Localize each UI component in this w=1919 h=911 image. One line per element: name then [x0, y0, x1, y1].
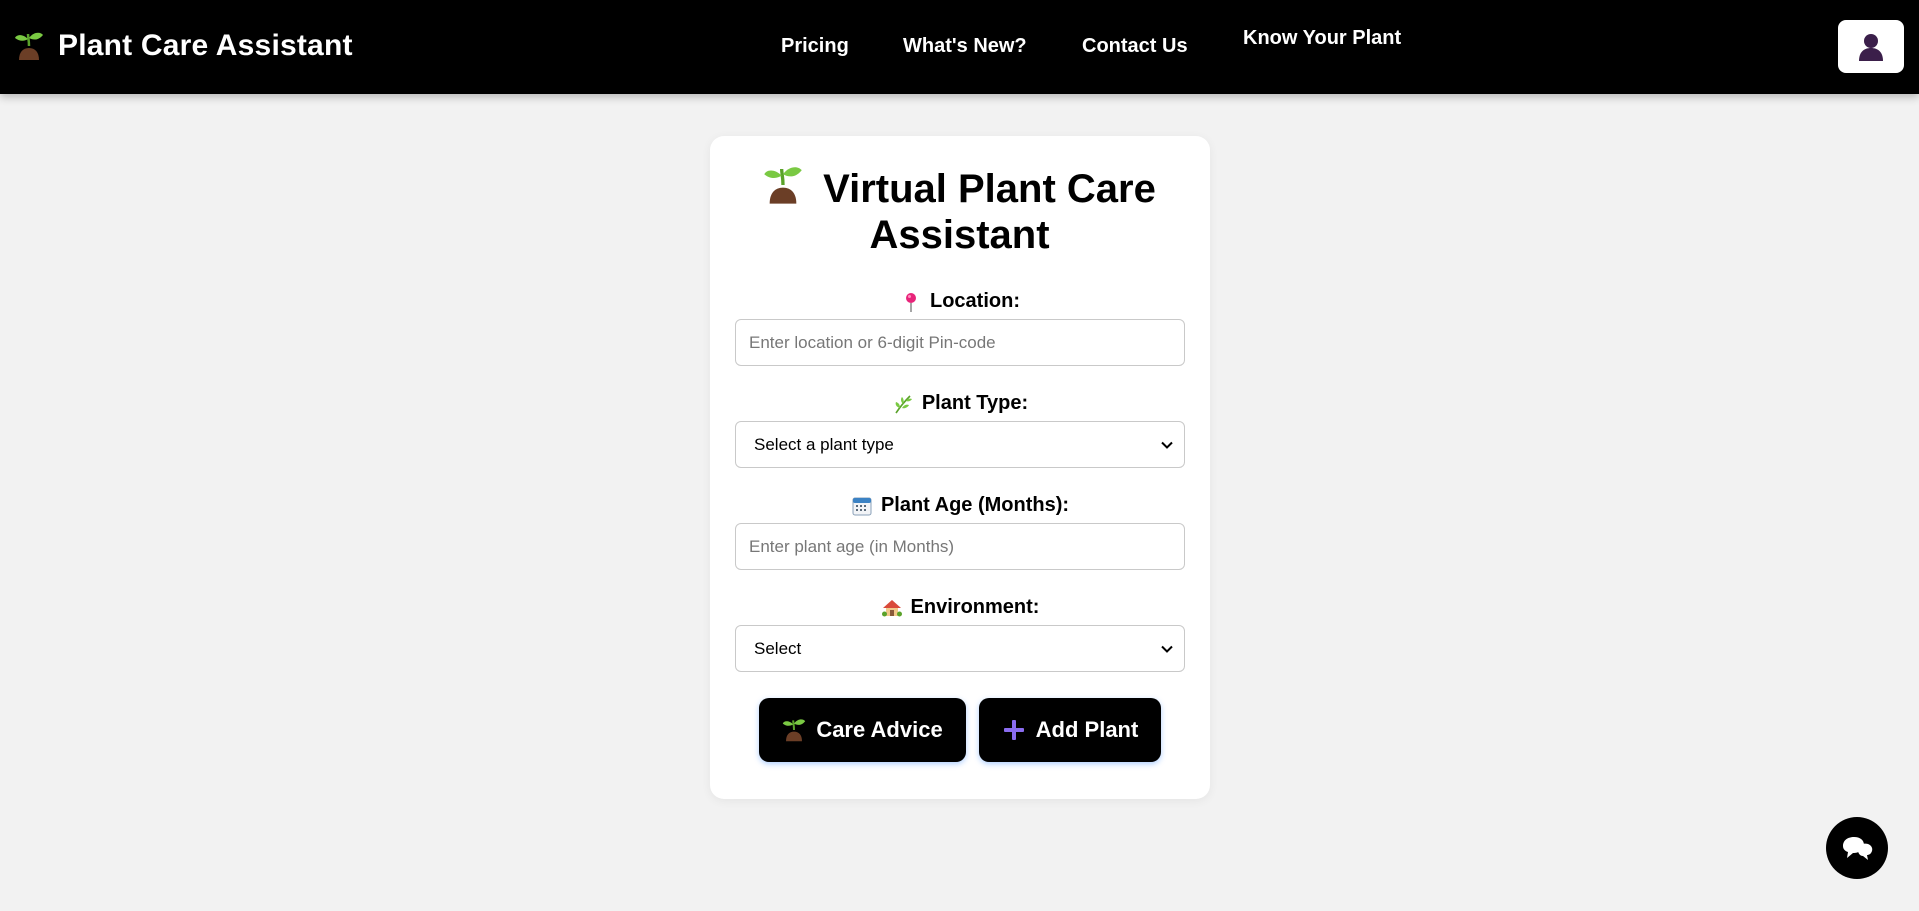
- user-silhouette-icon: [1859, 33, 1883, 61]
- profile-button[interactable]: [1838, 20, 1904, 73]
- location-label-text: Location:: [930, 290, 1020, 312]
- location-input[interactable]: [735, 319, 1185, 366]
- brand-logo[interactable]: Plant Care Assistant: [14, 29, 353, 63]
- title-line-1: Virtual Plant Care: [823, 167, 1156, 211]
- plant-type-select[interactable]: Select a plant type: [735, 421, 1185, 468]
- nav-link-contact-us[interactable]: Contact Us: [1082, 35, 1188, 58]
- plant-type-label: Plant Type:: [710, 392, 1210, 415]
- page-title: Virtual Plant Care Assistant: [0, 166, 1919, 258]
- chevron-down-icon: [1161, 645, 1173, 653]
- plant-age-label: Plant Age (Months):: [710, 494, 1210, 517]
- herb-icon: [895, 394, 912, 413]
- plant-type-label-text: Plant Type:: [921, 392, 1029, 414]
- environment-selected-value: Select: [754, 638, 802, 658]
- environment-label: Environment:: [710, 596, 1210, 619]
- plant-age-label-text: Plant Age (Months):: [880, 494, 1070, 516]
- environment-select[interactable]: Select: [735, 625, 1185, 672]
- nav-link-know-your-plant[interactable]: Know Your Plant: [1243, 27, 1401, 50]
- environment-label-text: Environment:: [910, 596, 1040, 618]
- plant-type-selected-value: Select a plant type: [754, 434, 894, 454]
- chat-button[interactable]: [1826, 817, 1888, 879]
- title-line-2: Assistant: [869, 213, 1050, 257]
- seedling-icon: [764, 167, 802, 204]
- top-navbar: Plant Care Assistant Pricing What's New?…: [0, 0, 1919, 94]
- brand-title: Plant Care Assistant: [58, 29, 353, 62]
- calendar-icon: [852, 497, 872, 515]
- chevron-down-icon: [1161, 441, 1173, 449]
- plant-age-input[interactable]: [735, 523, 1185, 570]
- add-plant-button[interactable]: Add Plant: [979, 698, 1161, 762]
- chat-bubbles-icon: [1843, 837, 1873, 860]
- care-advice-label: Care Advice: [816, 717, 943, 742]
- seedling-icon: [15, 32, 43, 60]
- seedling-icon: [783, 719, 806, 742]
- plus-icon: [1003, 720, 1024, 740]
- care-advice-button[interactable]: Care Advice: [759, 698, 966, 762]
- nav-link-pricing[interactable]: Pricing: [781, 35, 849, 58]
- add-plant-label: Add Plant: [1035, 717, 1139, 742]
- location-label: Location:: [710, 290, 1210, 313]
- round-pushpin-icon: [906, 292, 916, 312]
- nav-link-whats-new[interactable]: What's New?: [903, 35, 1027, 58]
- house-with-garden-icon: [881, 599, 902, 616]
